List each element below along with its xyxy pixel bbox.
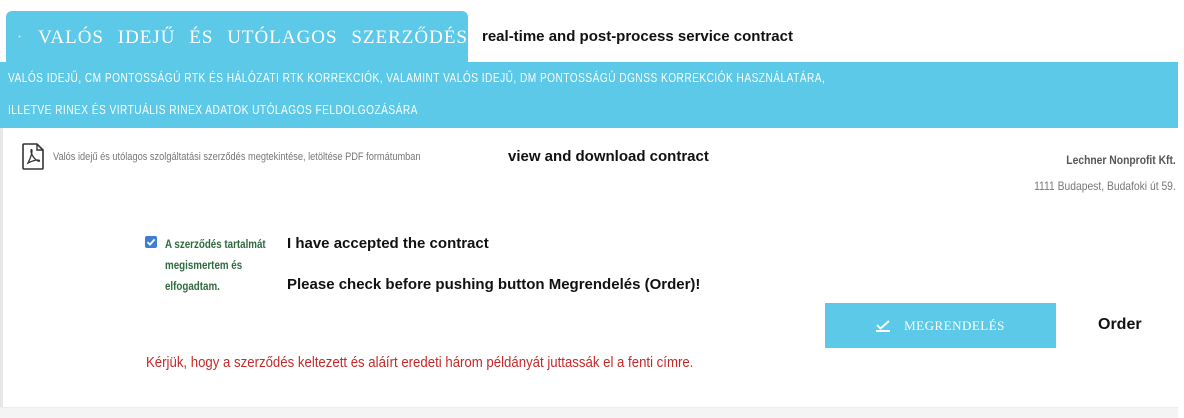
annotation-tab: real-time and post-process service contr… — [482, 28, 793, 45]
tab-title: VALÓS IDEJŰ ÉS UTÓLAGOS SZERZŐDÉS — [38, 26, 468, 48]
bottom-divider — [0, 407, 1178, 418]
notice-text: Kérjük, hogy a szerződés keltezett és al… — [146, 354, 694, 371]
accept-label[interactable]: A szerződés tartalmát megismertem és elf… — [165, 235, 285, 298]
accept-checkbox[interactable] — [145, 236, 157, 248]
banner-line-1: VALÓS IDEJŰ, CM PONTOSSÁGÚ RTK ÉS HÁLÓZA… — [8, 70, 826, 85]
contract-tab[interactable]: VALÓS IDEJŰ ÉS UTÓLAGOS SZERZŐDÉS — [6, 11, 468, 62]
pdf-icon[interactable] — [22, 143, 44, 170]
annotation-order: Order — [1098, 316, 1142, 333]
annotation-pdf: view and download contract — [508, 148, 709, 165]
check-icon — [146, 238, 156, 246]
accept-label-line-1: A szerződés tartalmát — [165, 239, 266, 251]
company-address: 1111 Budapest, Budafoki út 59. — [1034, 179, 1176, 193]
order-button[interactable]: MEGRENDELÉS — [825, 303, 1056, 348]
company-info: Lechner Nonprofit Kft. 1111 Budapest, Bu… — [1011, 147, 1176, 199]
pdf-download-link[interactable]: Valós idejű és utólagos szolgáltatási sz… — [53, 151, 421, 163]
compass-star-icon — [18, 34, 22, 39]
annotation-check: Please check before pushing button Megre… — [287, 276, 701, 293]
check-mark-icon — [876, 319, 891, 332]
annotation-accept: I have accepted the contract — [287, 235, 489, 252]
company-name: Lechner Nonprofit Kft. — [1066, 153, 1176, 167]
accept-label-line-3: elfogadtam. — [165, 281, 220, 293]
contract-banner: VALÓS IDEJŰ, CM PONTOSSÁGÚ RTK ÉS HÁLÓZA… — [0, 62, 1178, 128]
banner-line-2: ILLETVE RINEX ÉS VIRTUÁLIS RINEX ADATOK … — [8, 102, 418, 117]
order-button-label: MEGRENDELÉS — [904, 317, 1005, 333]
accept-label-line-2: megismertem és — [165, 260, 243, 272]
